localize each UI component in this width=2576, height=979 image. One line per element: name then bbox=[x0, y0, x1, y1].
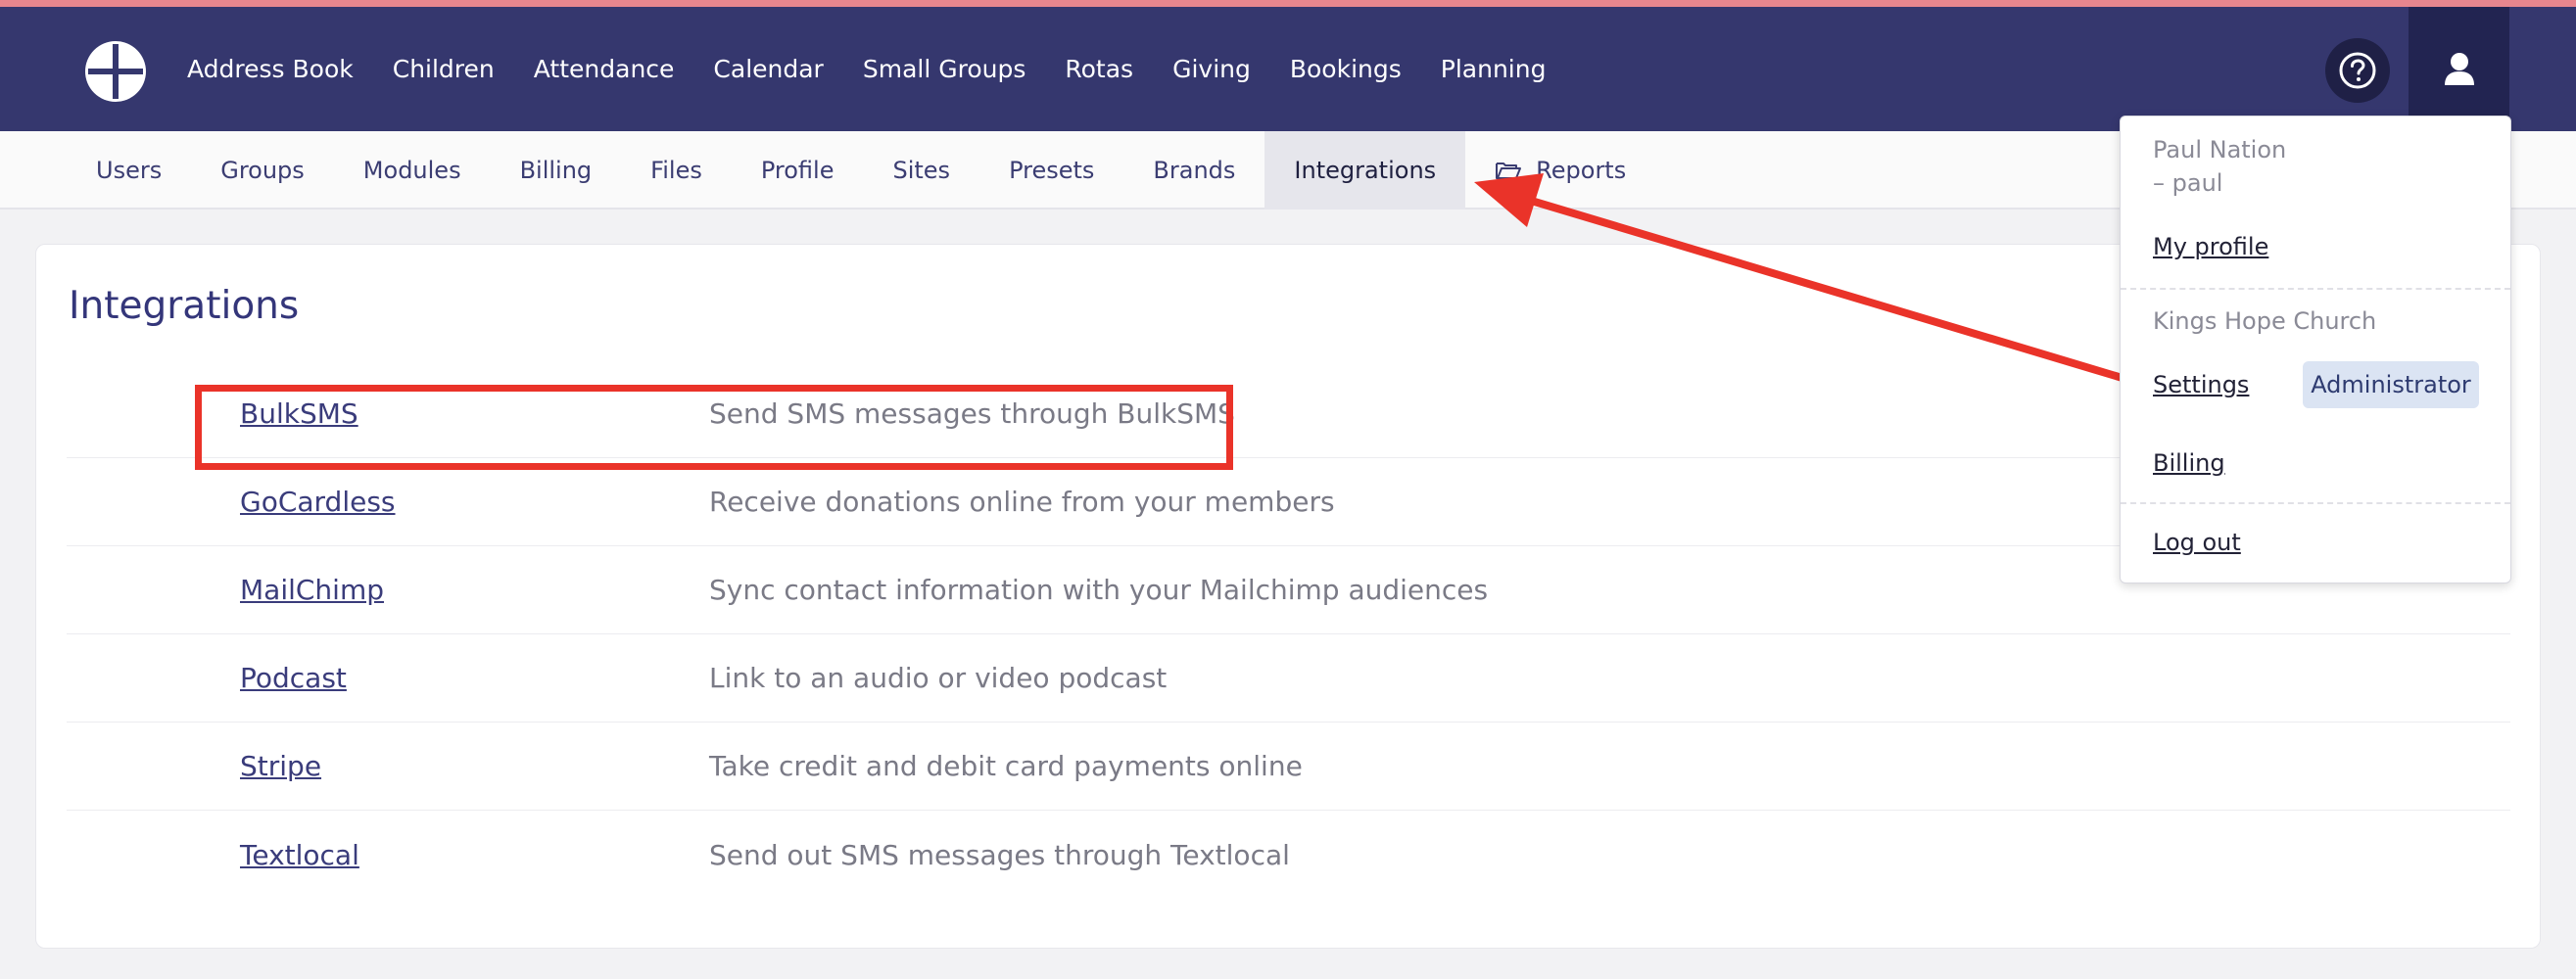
nav-giving[interactable]: Giving bbox=[1172, 55, 1251, 83]
question-circle-icon bbox=[2339, 52, 2376, 89]
integration-description: Sync contact information with your Mailc… bbox=[709, 574, 1489, 606]
cross-circle-logo-icon[interactable] bbox=[83, 39, 148, 104]
help-button[interactable] bbox=[2325, 38, 2390, 103]
nav-small-groups[interactable]: Small Groups bbox=[863, 55, 1026, 83]
user-dropdown-menu: Paul Nation – paul My profile Kings Hope… bbox=[2120, 116, 2511, 583]
tab-groups[interactable]: Groups bbox=[191, 131, 334, 210]
nav-bookings[interactable]: Bookings bbox=[1290, 55, 1402, 83]
menu-divider bbox=[2121, 288, 2510, 290]
top-navbar: Address Book Children Attendance Calenda… bbox=[0, 7, 2576, 131]
nav-planning[interactable]: Planning bbox=[1441, 55, 1547, 83]
integration-link-textlocal[interactable]: Textlocal bbox=[240, 839, 359, 871]
menu-item-settings[interactable]: Settings bbox=[2153, 371, 2249, 398]
tab-modules[interactable]: Modules bbox=[334, 131, 491, 210]
tab-profile[interactable]: Profile bbox=[732, 131, 864, 210]
nav-calendar[interactable]: Calendar bbox=[713, 55, 823, 83]
nav-address-book[interactable]: Address Book bbox=[187, 55, 354, 83]
menu-item-my-profile[interactable]: My profile bbox=[2153, 233, 2268, 260]
list-item: Podcast Link to an audio or video podcas… bbox=[67, 634, 2510, 723]
menu-item-logout[interactable]: Log out bbox=[2153, 529, 2241, 556]
nav-rotas[interactable]: Rotas bbox=[1065, 55, 1133, 83]
tab-reports[interactable]: Reports bbox=[1465, 131, 1655, 210]
church-name: Kings Hope Church bbox=[2153, 307, 2377, 335]
menu-item-billing[interactable]: Billing bbox=[2153, 449, 2225, 477]
integration-description: Send out SMS messages through Textlocal bbox=[709, 838, 1290, 871]
person-icon bbox=[2444, 52, 2474, 85]
page-title: Integrations bbox=[69, 284, 300, 328]
folder-open-icon bbox=[1496, 163, 1522, 179]
menu-divider bbox=[2121, 502, 2510, 504]
top-accent-line bbox=[0, 0, 2576, 7]
tab-sites[interactable]: Sites bbox=[863, 131, 979, 210]
integration-link-mailchimp[interactable]: MailChimp bbox=[240, 574, 384, 606]
integration-description: Receive donations online from your membe… bbox=[709, 486, 1335, 518]
nav-children[interactable]: Children bbox=[393, 55, 495, 83]
integration-link-stripe[interactable]: Stripe bbox=[240, 750, 321, 782]
tab-presets[interactable]: Presets bbox=[979, 131, 1123, 210]
tab-brands[interactable]: Brands bbox=[1123, 131, 1264, 210]
user-name: Paul Nation bbox=[2153, 136, 2287, 163]
annotation-highlight-box bbox=[195, 385, 1233, 470]
main-nav: Address Book Children Attendance Calenda… bbox=[187, 7, 1585, 131]
tab-reports-label: Reports bbox=[1536, 157, 1627, 184]
tab-users[interactable]: Users bbox=[67, 131, 191, 210]
list-item: Textlocal Send out SMS messages through … bbox=[67, 811, 2510, 899]
nav-attendance[interactable]: Attendance bbox=[534, 55, 675, 83]
tab-billing[interactable]: Billing bbox=[491, 131, 622, 210]
integration-link-podcast[interactable]: Podcast bbox=[240, 662, 347, 694]
list-item: Stripe Take credit and debit card paymen… bbox=[67, 723, 2510, 811]
role-badge: Administrator bbox=[2303, 361, 2479, 408]
user-menu-button[interactable] bbox=[2409, 7, 2509, 131]
user-username: – paul bbox=[2153, 169, 2223, 197]
tab-integrations[interactable]: Integrations bbox=[1264, 131, 1466, 210]
integration-description: Take credit and debit card payments onli… bbox=[709, 750, 1303, 782]
integration-description: Link to an audio or video podcast bbox=[709, 662, 1168, 694]
tab-files[interactable]: Files bbox=[621, 131, 732, 210]
integration-link-gocardless[interactable]: GoCardless bbox=[240, 486, 396, 518]
